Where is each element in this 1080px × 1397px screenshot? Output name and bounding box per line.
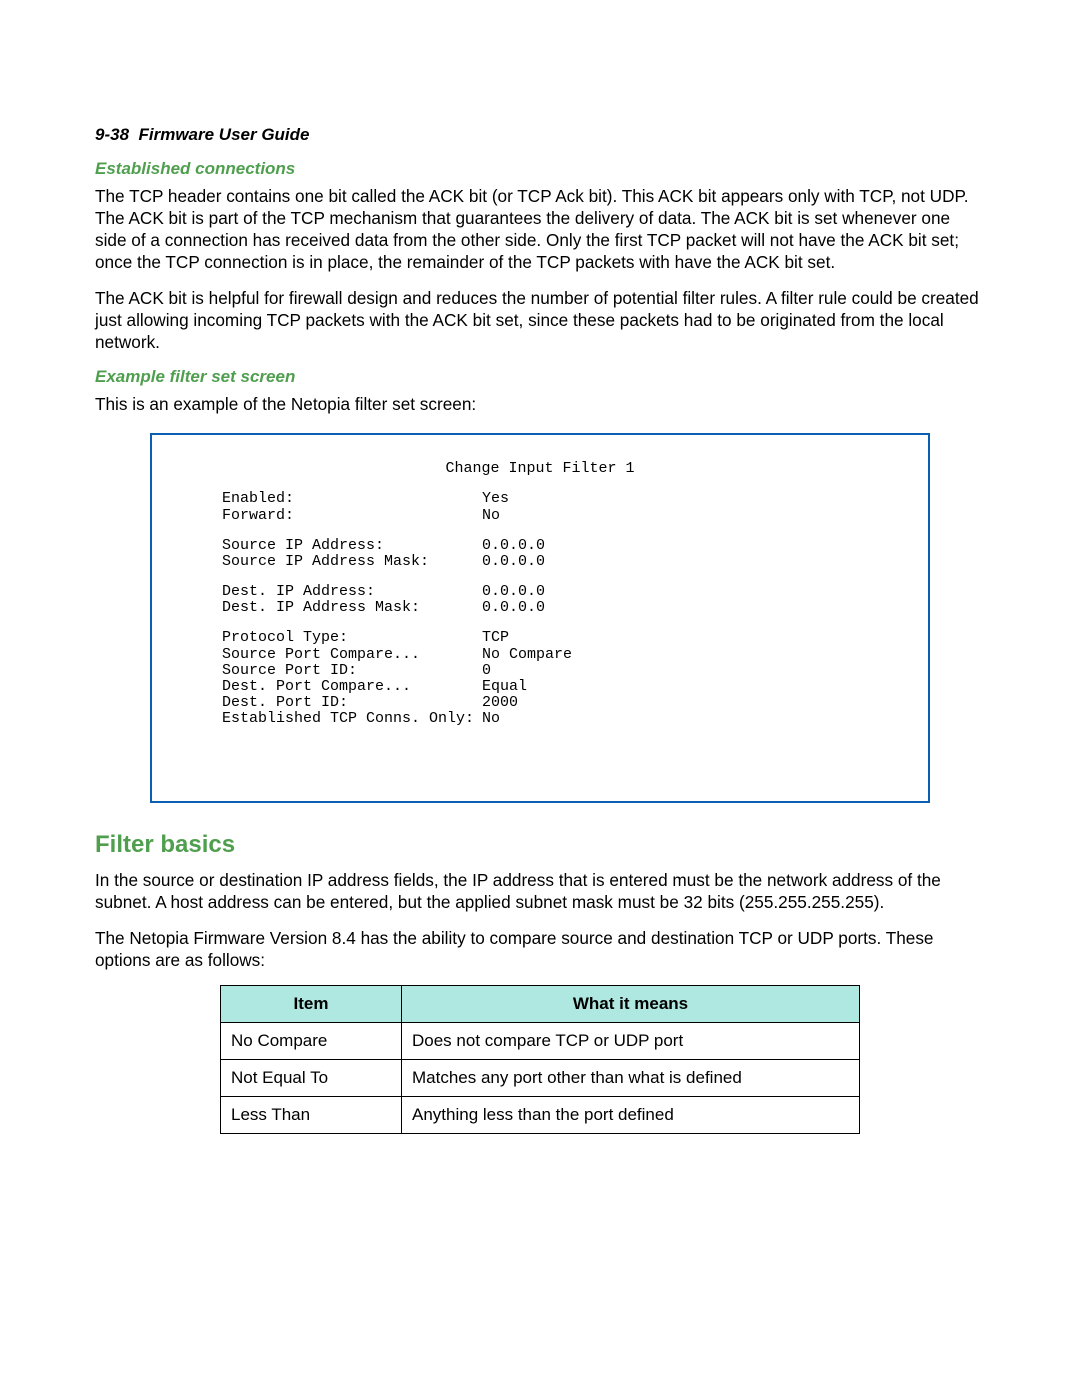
page-content: 9-38 Firmware User Guide Established con…: [95, 125, 985, 1134]
screen-label: Protocol Type:: [222, 630, 482, 646]
screen-value: TCP: [482, 630, 509, 646]
screen-row: Source IP Address Mask: 0.0.0.0: [222, 554, 858, 570]
table-header-item: Item: [221, 986, 402, 1023]
table-cell-meaning: Matches any port other than what is defi…: [402, 1060, 860, 1097]
paragraph-5: The Netopia Firmware Version 8.4 has the…: [95, 927, 985, 971]
screen-title: Change Input Filter 1: [222, 461, 858, 477]
screen-row: Dest. IP Address Mask: 0.0.0.0: [222, 600, 858, 616]
screen-row: Protocol Type: TCP: [222, 630, 858, 646]
paragraph-2: The ACK bit is helpful for firewall desi…: [95, 287, 985, 353]
page-number: 9-38: [95, 125, 129, 144]
page-header: 9-38 Firmware User Guide: [95, 125, 985, 145]
paragraph-1: The TCP header contains one bit called t…: [95, 185, 985, 273]
table-cell-meaning: Does not compare TCP or UDP port: [402, 1023, 860, 1060]
screen-label: Dest. Port Compare...: [222, 679, 482, 695]
table-cell-item: Less Than: [221, 1097, 402, 1134]
table-row: Less Than Anything less than the port de…: [221, 1097, 860, 1134]
screen-value: No Compare: [482, 647, 572, 663]
screen-value: 0.0.0.0: [482, 538, 545, 554]
screen-label: Source Port Compare...: [222, 647, 482, 663]
screen-label: Dest. Port ID:: [222, 695, 482, 711]
subheading-established-connections: Established connections: [95, 159, 985, 179]
table-row: No Compare Does not compare TCP or UDP p…: [221, 1023, 860, 1060]
table-header-meaning: What it means: [402, 986, 860, 1023]
screen-value: Yes: [482, 491, 509, 507]
screen-row: Established TCP Conns. Only: No: [222, 711, 858, 727]
screen-row: Enabled: Yes: [222, 491, 858, 507]
screen-value: 0.0.0.0: [482, 584, 545, 600]
screen-label: Source Port ID:: [222, 663, 482, 679]
screen-label: Dest. IP Address Mask:: [222, 600, 482, 616]
subheading-example-filter: Example filter set screen: [95, 367, 985, 387]
table-header-row: Item What it means: [221, 986, 860, 1023]
screen-row: Forward: No: [222, 508, 858, 524]
paragraph-4: In the source or destination IP address …: [95, 869, 985, 913]
screen-row: Dest. IP Address: 0.0.0.0: [222, 584, 858, 600]
screen-label: Forward:: [222, 508, 482, 524]
paragraph-3: This is an example of the Netopia filter…: [95, 393, 985, 415]
screen-row: Source IP Address: 0.0.0.0: [222, 538, 858, 554]
screen-label: Established TCP Conns. Only:: [222, 711, 482, 727]
screen-row: Dest. Port Compare... Equal: [222, 679, 858, 695]
table-cell-item: No Compare: [221, 1023, 402, 1060]
table-row: Not Equal To Matches any port other than…: [221, 1060, 860, 1097]
screen-label: Source IP Address:: [222, 538, 482, 554]
guide-title: Firmware User Guide: [138, 125, 309, 144]
table-cell-meaning: Anything less than the port defined: [402, 1097, 860, 1134]
screen-label: Dest. IP Address:: [222, 584, 482, 600]
table-cell-item: Not Equal To: [221, 1060, 402, 1097]
screen-row: Source Port ID: 0: [222, 663, 858, 679]
screen-value: Equal: [482, 679, 527, 695]
screen-label: Source IP Address Mask:: [222, 554, 482, 570]
heading-filter-basics: Filter basics: [95, 831, 985, 859]
screen-label: Enabled:: [222, 491, 482, 507]
screen-value: 2000: [482, 695, 518, 711]
screen-value: 0.0.0.0: [482, 600, 545, 616]
screen-value: 0.0.0.0: [482, 554, 545, 570]
screen-value: No: [482, 711, 500, 727]
screen-value: No: [482, 508, 500, 524]
compare-table: Item What it means No Compare Does not c…: [220, 985, 860, 1134]
filter-screen-box: Change Input Filter 1 Enabled: Yes Forwa…: [150, 433, 930, 803]
screen-row: Source Port Compare... No Compare: [222, 647, 858, 663]
screen-row: Dest. Port ID: 2000: [222, 695, 858, 711]
screen-value: 0: [482, 663, 491, 679]
